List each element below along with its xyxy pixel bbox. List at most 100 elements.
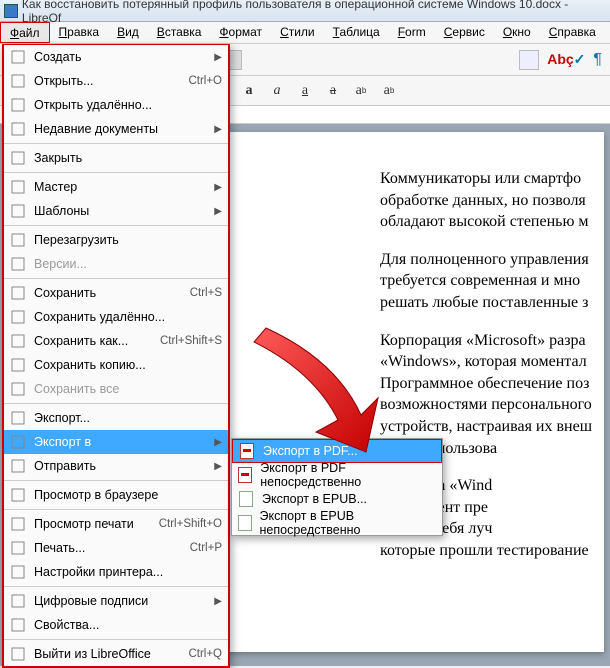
file-menu-item[interactable]: Сохранить удалённо... <box>4 305 228 329</box>
menu-form[interactable]: Form <box>389 22 435 43</box>
submenu-item-label: Экспорт в PDF... <box>263 444 358 458</box>
menu-сервис[interactable]: Сервис <box>435 22 494 43</box>
menu-item-label: Перезагрузить <box>34 233 222 247</box>
document-paragraph: Коммуникаторы или смартфо обработке данн… <box>380 168 604 233</box>
italic-icon[interactable]: a <box>266 80 288 102</box>
export-submenu: Экспорт в PDF... Экспорт в PDF непосредст… <box>231 438 443 536</box>
export-submenu-item[interactable]: Экспорт в EPUB непосредственно <box>232 511 442 535</box>
menu-окно[interactable]: Окно <box>494 22 540 43</box>
subscript-icon[interactable]: ab <box>378 80 400 102</box>
file-menu-item: Сохранить все <box>4 377 228 401</box>
underline-icon[interactable]: a <box>294 80 316 102</box>
epub-icon <box>236 514 254 532</box>
menu-вид[interactable]: Вид <box>108 22 148 43</box>
file-menu-item[interactable]: Сохранить как...Ctrl+Shift+S <box>4 329 228 353</box>
menu-shortcut: Ctrl+O <box>188 75 222 87</box>
menu-item-icon <box>8 178 28 196</box>
bold-icon[interactable]: a <box>238 80 260 102</box>
submenu-arrow-icon: ▶ <box>214 52 222 63</box>
menu-shortcut: Ctrl+Shift+S <box>160 335 222 347</box>
file-menu-item[interactable]: СохранитьCtrl+S <box>4 281 228 305</box>
superscript-icon[interactable]: ab <box>350 80 372 102</box>
doc-icon <box>4 4 18 18</box>
menu-item-label: Открыть удалённо... <box>34 98 222 112</box>
file-menu-item[interactable]: Недавние документы ▶ <box>4 117 228 141</box>
export-submenu-item[interactable]: Экспорт в PDF... <box>232 439 442 463</box>
menu-item-label: Выйти из LibreOffice <box>34 647 188 661</box>
file-menu-item[interactable]: Печать...Ctrl+P <box>4 536 228 560</box>
submenu-arrow-icon: ▶ <box>214 124 222 135</box>
spellcheck-icon[interactable]: Abç✓ <box>547 51 585 68</box>
menu-item-label: Недавние документы <box>34 122 210 136</box>
menu-item-label: Экспорт... <box>34 411 222 425</box>
menu-item-label: Свойства... <box>34 618 222 632</box>
menu-item-icon <box>8 457 28 475</box>
file-menu-item[interactable]: Перезагрузить <box>4 228 228 252</box>
menu-item-icon <box>8 409 28 427</box>
file-menu-item[interactable]: Просмотр печатиCtrl+Shift+O <box>4 512 228 536</box>
menu-item-icon <box>8 645 28 663</box>
file-menu-item: Версии... <box>4 252 228 276</box>
menu-item-icon <box>8 231 28 249</box>
menu-item-icon <box>8 308 28 326</box>
menu-item-icon <box>8 120 28 138</box>
file-menu-item[interactable]: Свойства... <box>4 613 228 637</box>
paragraph-icon[interactable]: ¶ <box>593 51 602 69</box>
file-menu-item[interactable]: Шаблоны▶ <box>4 199 228 223</box>
menu-item-icon <box>8 48 28 66</box>
menu-таблица[interactable]: Таблица <box>324 22 389 43</box>
menu-item-label: Просмотр печати <box>34 517 159 531</box>
menu-item-icon <box>8 486 28 504</box>
menu-item-icon <box>8 72 28 90</box>
menu-item-label: Сохранить все <box>34 382 222 396</box>
menu-вставка[interactable]: Вставка <box>148 22 211 43</box>
file-menu-item[interactable]: Просмотр в браузере <box>4 483 228 507</box>
menu-item-icon <box>8 433 28 451</box>
menu-формат[interactable]: Формат <box>210 22 271 43</box>
menu-item-icon <box>8 563 28 581</box>
menu-item-icon <box>8 616 28 634</box>
file-menu-item[interactable]: Открыть удалённо... <box>4 93 228 117</box>
menu-item-icon <box>8 356 28 374</box>
menu-справка[interactable]: Справка <box>540 22 605 43</box>
menu-файл[interactable]: Файл <box>0 22 50 43</box>
strike-icon[interactable]: a <box>322 80 344 102</box>
file-menu-item[interactable]: Цифровые подписи▶ <box>4 589 228 613</box>
pdf-icon <box>236 466 254 484</box>
menu-item-label: Отправить <box>34 459 210 473</box>
menu-item-label: Сохранить удалённо... <box>34 310 222 324</box>
file-menu-item[interactable]: Закрыть <box>4 146 228 170</box>
menu-item-icon <box>8 149 28 167</box>
submenu-arrow-icon: ▶ <box>214 596 222 607</box>
menu-item-label: Сохранить <box>34 286 190 300</box>
file-menu-item[interactable]: Настройки принтера... <box>4 560 228 584</box>
menu-item-icon <box>8 202 28 220</box>
menu-shortcut: Ctrl+Shift+O <box>159 518 222 530</box>
file-menu-item[interactable]: Сохранить копию... <box>4 353 228 377</box>
file-menu-item[interactable]: Открыть...Ctrl+O <box>4 69 228 93</box>
export-submenu-item[interactable]: Экспорт в PDF непосредственно <box>232 463 442 487</box>
menu-shortcut: Ctrl+P <box>190 542 222 554</box>
pdf-icon <box>237 442 257 460</box>
file-menu-item[interactable]: Создать▶ <box>4 45 228 69</box>
menu-item-label: Печать... <box>34 541 190 555</box>
menu-shortcut: Ctrl+Q <box>188 648 222 660</box>
file-menu-item[interactable]: Экспорт... <box>4 406 228 430</box>
find-icon[interactable] <box>519 50 539 70</box>
submenu-item-label: Экспорт в PDF непосредственно <box>260 461 434 489</box>
export-submenu-item[interactable]: Экспорт в EPUB... <box>232 487 442 511</box>
file-menu-item[interactable]: Отправить▶ <box>4 454 228 478</box>
window-title: Как восстановить потерянный профиль поль… <box>22 0 606 25</box>
menu-item-label: Закрыть <box>34 151 222 165</box>
menu-item-icon <box>8 284 28 302</box>
menu-item-icon <box>8 515 28 533</box>
file-menu-item[interactable]: Мастер▶ <box>4 175 228 199</box>
menu-item-label: Просмотр в браузере <box>34 488 222 502</box>
file-menu-item[interactable]: Экспорт в▶ <box>4 430 228 454</box>
menu-shortcut: Ctrl+S <box>190 287 222 299</box>
menu-правка[interactable]: Правка <box>50 22 109 43</box>
file-menu-item[interactable]: Выйти из LibreOfficeCtrl+Q <box>4 642 228 666</box>
menu-item-label: Сохранить как... <box>34 334 160 348</box>
menu-стили[interactable]: Стили <box>271 22 324 43</box>
menu-item-label: Открыть... <box>34 74 188 88</box>
